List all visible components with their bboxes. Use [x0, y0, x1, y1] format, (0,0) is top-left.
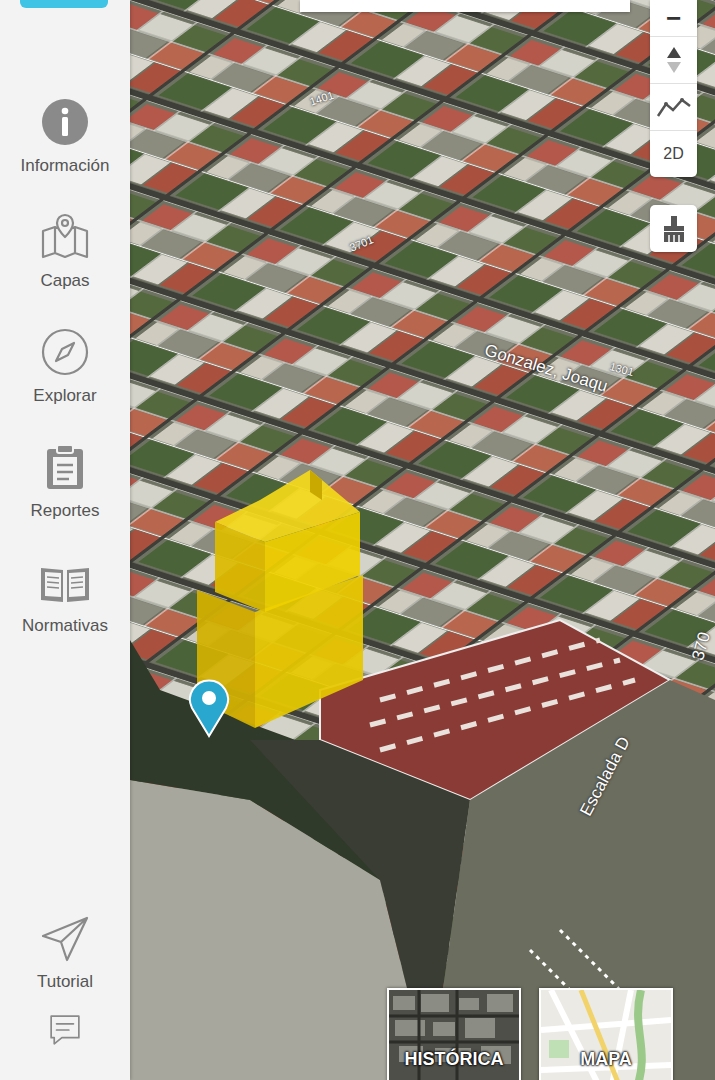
sidebar-item[interactable]: Normativas [0, 556, 130, 655]
sidebar-label: Reportes [31, 501, 100, 521]
north-arrow-icon [664, 45, 684, 75]
sidebar-item[interactable]: Tutorial [37, 912, 93, 992]
sidebar-item[interactable]: Explorar [0, 326, 130, 425]
chat-icon[interactable] [45, 1010, 85, 1054]
sidebar-footer: Tutorial [0, 912, 130, 1080]
logo-icon[interactable] [20, 0, 108, 8]
building-volume[interactable] [130, 0, 715, 1080]
sidebar-item[interactable]: Capas [0, 211, 130, 310]
book-icon [39, 556, 91, 612]
compass-button[interactable] [650, 37, 697, 84]
search-bar[interactable] [300, 0, 630, 12]
base-layer-switcher: HISTÓRICA MAPA [387, 988, 673, 1080]
base-layer-label: HISTÓRICA [405, 1049, 504, 1070]
sidebar-item[interactable]: Reportes [0, 441, 130, 540]
view-mode-button[interactable]: 2D [650, 131, 697, 177]
paper-plane-icon [39, 912, 91, 968]
brush-icon [659, 214, 689, 244]
location-pin-icon[interactable] [186, 676, 232, 738]
clipboard-icon [39, 441, 91, 497]
sidebar-label: Normativas [22, 616, 108, 636]
base-layer-thumbnail[interactable]: MAPA [539, 988, 673, 1080]
sidebar: Información Capas Explorar Reportes Normativ… [0, 0, 130, 1080]
sidebar-nav: Información Capas Explorar Reportes Normativ… [0, 0, 130, 655]
sidebar-label: Tutorial [37, 972, 93, 992]
base-layer-thumbnail[interactable]: HISTÓRICA [387, 988, 521, 1080]
sidebar-label: Información [21, 156, 110, 176]
profile-line-icon [656, 94, 692, 120]
elevation-profile-button[interactable] [650, 84, 697, 131]
map-pin-icon [39, 211, 91, 267]
sidebar-item[interactable]: Información [0, 96, 130, 195]
map-view[interactable]: 14013701Gonzalez, Joaqu1301Escalada D370… [130, 0, 715, 1080]
clear-button[interactable] [650, 205, 697, 252]
zoom-out-button[interactable]: − [650, 0, 697, 37]
sidebar-label: Explorar [33, 386, 96, 406]
sidebar-label: Capas [40, 271, 89, 291]
compass-icon [39, 326, 91, 382]
map-controls: − 2D [650, 0, 697, 177]
base-layer-label: MAPA [580, 1049, 632, 1070]
info-icon [39, 96, 91, 152]
